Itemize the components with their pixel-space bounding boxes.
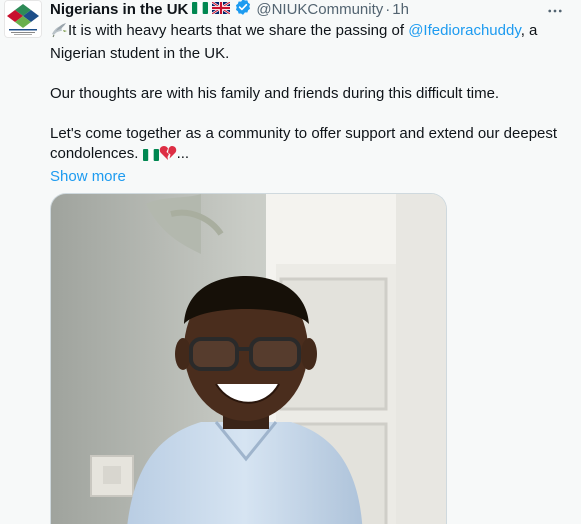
avatar[interactable] [4, 0, 42, 38]
separator-dot: · [385, 1, 391, 18]
author-display-name[interactable]: Nigerians in the UK [50, 0, 188, 20]
tweet-paragraph-1: It is with heavy hearts that we share th… [50, 21, 565, 64]
tweet-text-3: Let's come together as a community to of… [50, 125, 558, 162]
tweet-timestamp[interactable]: 1h [392, 0, 409, 20]
more-options-icon [548, 9, 562, 13]
mention-link[interactable]: @Ifediorachuddy [408, 22, 521, 39]
photo-man-in-doorway [51, 194, 446, 524]
nigeria-flag-icon [142, 147, 159, 167]
tweet-ellipsis: ... [176, 145, 190, 162]
uk-flag-icon [211, 0, 232, 20]
tweet-paragraph-2: Our thoughts are with his family and fri… [50, 85, 500, 102]
tweet-paragraph-3: Let's come together as a community to of… [50, 124, 565, 167]
tweet-header: Nigerians in the UK @NIUKCommunity · 1h [50, 0, 409, 20]
niuk-logo [5, 1, 41, 37]
tweet-text: It is with heavy hearts that we share th… [50, 21, 565, 187]
tweet-photo[interactable] [50, 193, 447, 524]
tweet-text-prefix: It is with heavy hearts that we share th… [68, 22, 409, 39]
more-options-button[interactable] [543, 2, 567, 20]
dove-icon [50, 22, 68, 44]
show-more-link[interactable]: Show more [50, 167, 565, 187]
verified-badge-icon[interactable] [234, 0, 252, 22]
nigeria-flag-icon [192, 0, 209, 20]
broken-heart-icon [159, 145, 177, 167]
tweet-card[interactable]: Nigerians in the UK @NIUKCommunity · 1h … [0, 0, 581, 524]
author-handle[interactable]: @NIUKCommunity [256, 0, 383, 20]
